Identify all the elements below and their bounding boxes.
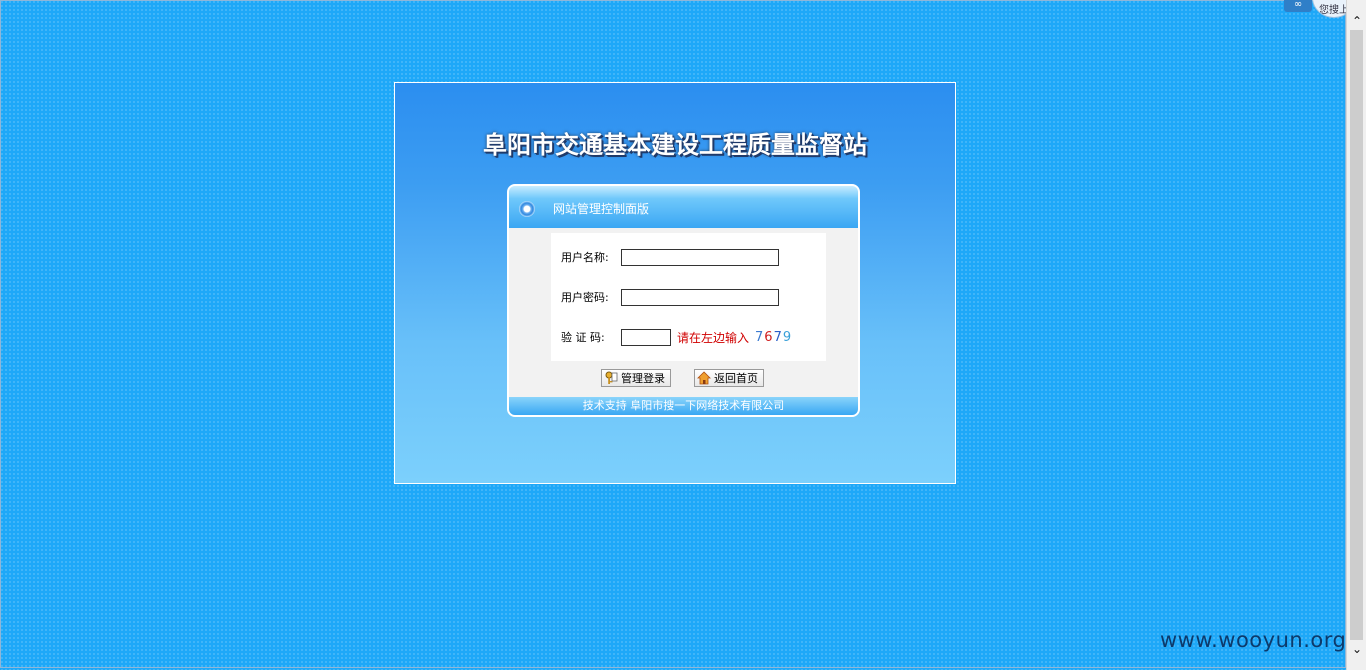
watermark: www.wooyun.org	[1160, 628, 1347, 652]
password-label: 用户密码:	[561, 291, 609, 304]
login-frame: 阜阳市交通基本建设工程质量监督站 网站管理控制面版 用户名称: 用户密码: 验 …	[394, 82, 956, 484]
panel-title: 网站管理控制面版	[553, 202, 650, 216]
home-icon	[697, 371, 711, 385]
captcha-row: 验 证 码: 请在左边输入 7679	[561, 327, 792, 347]
captcha-hint: 请在左边输入	[677, 330, 750, 345]
captcha-digit: 9	[782, 329, 793, 345]
captcha-input[interactable]	[621, 328, 671, 346]
scrollbar-thumb[interactable]	[1350, 30, 1363, 640]
tech-support-footer: 技术支持 阜阳市搜一下网络技术有限公司	[509, 397, 858, 415]
link-icon[interactable]: ∞	[1284, 0, 1312, 12]
username-input[interactable]	[621, 248, 779, 266]
login-button[interactable]: 管理登录	[601, 369, 671, 387]
captcha-digit: 7	[773, 329, 783, 345]
login-form: 用户名称: 用户密码: 验 证 码: 请在左边输入 7679	[551, 233, 826, 361]
password-input[interactable]	[621, 288, 779, 306]
login-button-label: 管理登录	[621, 372, 665, 385]
password-row: 用户密码:	[561, 287, 779, 307]
radio-bullet-icon	[519, 201, 535, 217]
captcha-code: 7679	[755, 330, 792, 345]
username-row: 用户名称:	[561, 247, 779, 267]
scroll-down-arrow-icon[interactable]: ⌄	[1350, 642, 1364, 656]
login-box-header: 网站管理控制面版	[509, 186, 858, 228]
scroll-up-arrow-icon[interactable]: ⌃	[1350, 14, 1364, 28]
search-widget-label: 您搜上	[1319, 5, 1349, 16]
home-button[interactable]: 返回首页	[694, 369, 764, 387]
vertical-scrollbar[interactable]: ⌃ ⌄	[1346, 0, 1366, 670]
username-label: 用户名称:	[561, 251, 609, 264]
captcha-digit: 6	[764, 329, 774, 345]
site-title: 阜阳市交通基本建设工程质量监督站	[483, 130, 867, 159]
captcha-digit: 7	[755, 329, 765, 345]
captcha-label: 验 证 码:	[561, 331, 605, 344]
key-icon	[605, 371, 618, 384]
home-button-label: 返回首页	[714, 372, 758, 385]
login-box: 网站管理控制面版 用户名称: 用户密码: 验 证 码: 请在左边输入 7679	[507, 184, 860, 417]
